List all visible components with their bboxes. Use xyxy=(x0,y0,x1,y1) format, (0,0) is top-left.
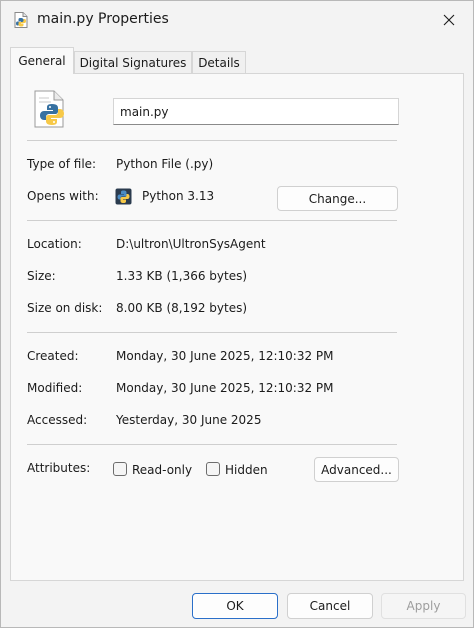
python-app-icon xyxy=(115,188,132,205)
tab-details[interactable]: Details xyxy=(192,51,246,73)
location-label: Location: xyxy=(27,237,82,251)
ok-button[interactable]: OK xyxy=(192,593,278,619)
modified-value: Monday, 30 June 2025, 12:10:32 PM xyxy=(116,381,334,395)
accessed-label: Accessed: xyxy=(27,413,88,427)
size-label: Size: xyxy=(27,269,56,283)
separator xyxy=(27,140,397,141)
file-name-input[interactable] xyxy=(113,98,399,125)
properties-dialog: main.py Properties General Digital Signa… xyxy=(0,0,474,628)
size-value: 1.33 KB (1,366 bytes) xyxy=(116,269,248,283)
python-file-icon xyxy=(14,12,28,28)
read-only-checkbox[interactable] xyxy=(113,462,127,476)
accessed-value: Yesterday, 30 June 2025 xyxy=(116,413,262,427)
opens-with-value: Python 3.13 xyxy=(142,189,215,203)
change-button-label: Change... xyxy=(308,191,367,206)
python-file-icon xyxy=(34,90,64,128)
opens-with-label: Opens with: xyxy=(27,189,99,203)
ok-button-label: OK xyxy=(226,599,244,613)
cancel-button[interactable]: Cancel xyxy=(287,593,373,619)
advanced-button-label: Advanced... xyxy=(321,462,392,477)
advanced-button[interactable]: Advanced... xyxy=(314,457,399,482)
change-button[interactable]: Change... xyxy=(277,186,398,211)
type-of-file-label: Type of file: xyxy=(27,157,97,171)
separator xyxy=(27,332,397,333)
separator xyxy=(27,220,397,221)
tab-label: Details xyxy=(198,55,240,70)
created-label: Created: xyxy=(27,349,79,363)
cancel-button-label: Cancel xyxy=(309,599,351,613)
hidden-checkbox[interactable] xyxy=(206,462,220,476)
size-on-disk-value: 8.00 KB (8,192 bytes) xyxy=(116,301,248,315)
tab-label: General xyxy=(18,54,66,68)
apply-button[interactable]: Apply xyxy=(381,593,466,619)
attributes-label: Attributes: xyxy=(27,461,91,475)
modified-label: Modified: xyxy=(27,381,83,395)
general-panel xyxy=(10,73,464,581)
separator xyxy=(27,444,397,445)
tab-digital-signatures[interactable]: Digital Signatures xyxy=(74,51,192,73)
read-only-label[interactable]: Read-only xyxy=(132,463,192,477)
size-on-disk-label: Size on disk: xyxy=(27,301,103,315)
window-title: main.py Properties xyxy=(37,11,169,27)
tab-label: Digital Signatures xyxy=(79,55,187,70)
title-bar: main.py Properties xyxy=(1,1,473,39)
close-icon xyxy=(443,14,455,26)
tab-general[interactable]: General xyxy=(10,47,74,74)
location-value: D:\ultron\UltronSysAgent xyxy=(116,237,266,251)
created-value: Monday, 30 June 2025, 12:10:32 PM xyxy=(116,349,334,363)
apply-button-label: Apply xyxy=(406,599,441,613)
type-of-file-value: Python File (.py) xyxy=(116,157,214,171)
hidden-label[interactable]: Hidden xyxy=(225,463,268,477)
close-button[interactable] xyxy=(431,5,467,35)
